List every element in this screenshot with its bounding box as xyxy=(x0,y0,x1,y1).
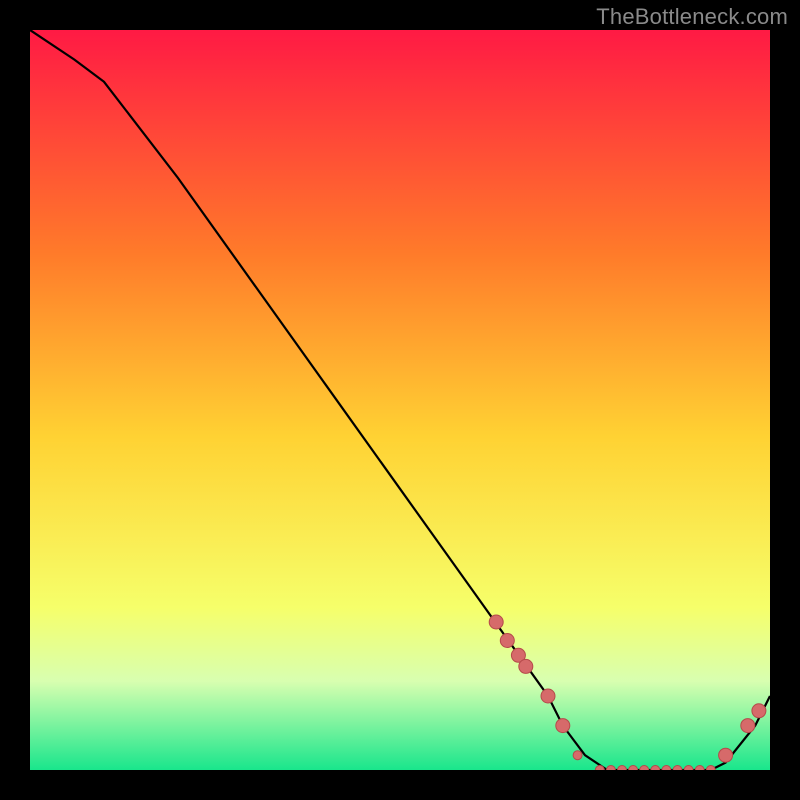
data-marker xyxy=(741,719,755,733)
data-marker xyxy=(706,766,715,771)
data-marker xyxy=(519,659,533,673)
plot-area xyxy=(30,30,770,770)
data-marker xyxy=(695,766,704,771)
data-marker xyxy=(651,766,660,771)
data-marker xyxy=(640,766,649,771)
data-marker xyxy=(629,766,638,771)
data-marker xyxy=(573,751,582,760)
data-marker xyxy=(752,704,766,718)
data-marker xyxy=(684,766,693,771)
data-marker xyxy=(673,766,682,771)
data-marker xyxy=(500,634,514,648)
chart-frame: TheBottleneck.com xyxy=(0,0,800,800)
data-marker xyxy=(606,766,615,771)
data-marker xyxy=(489,615,503,629)
data-marker xyxy=(541,689,555,703)
watermark-text: TheBottleneck.com xyxy=(596,4,788,30)
gradient-background xyxy=(30,30,770,770)
chart-svg xyxy=(30,30,770,770)
data-marker xyxy=(595,766,604,771)
data-marker xyxy=(556,719,570,733)
data-marker xyxy=(618,766,627,771)
data-marker xyxy=(719,748,733,762)
data-marker xyxy=(662,766,671,771)
